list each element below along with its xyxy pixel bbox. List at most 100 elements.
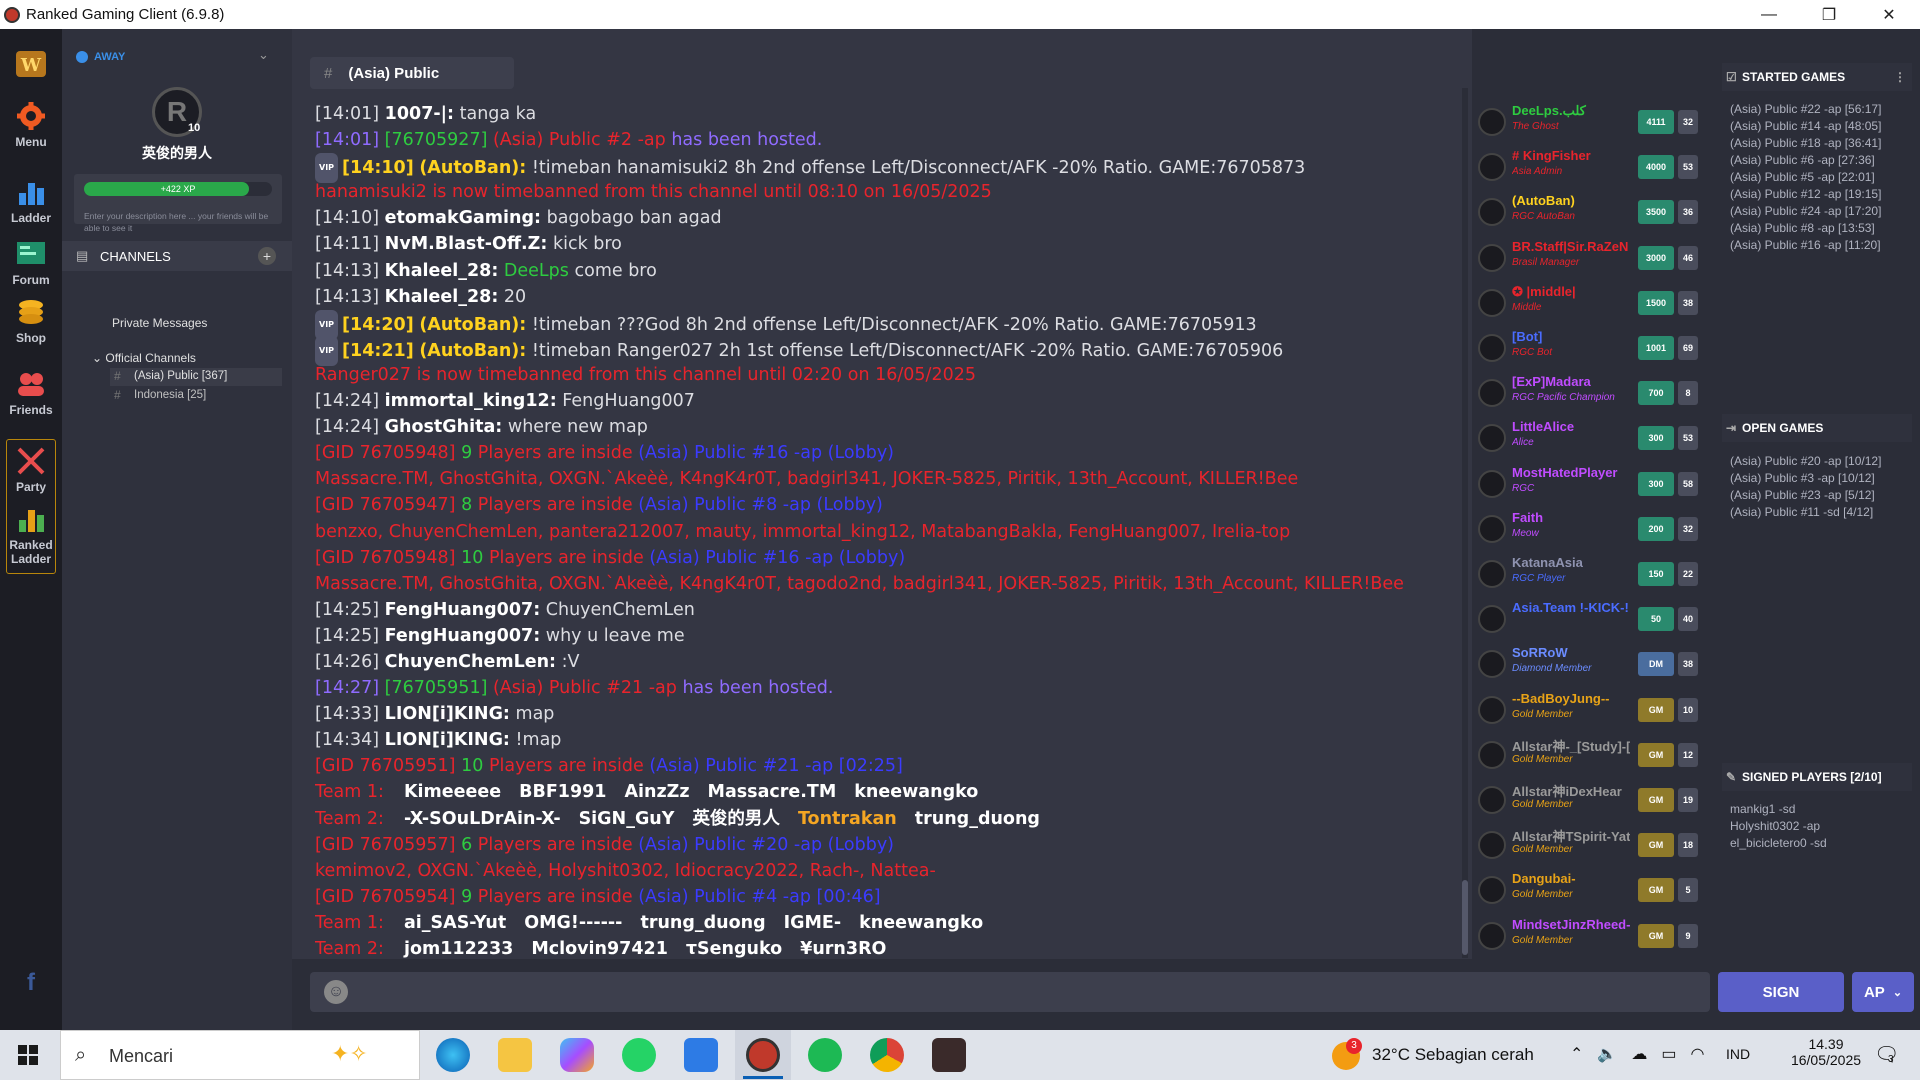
- nav-ladder[interactable]: Ladder: [0, 177, 62, 225]
- copilot-icon[interactable]: [560, 1038, 594, 1072]
- channels-header: ▤ CHANNELS +: [62, 241, 292, 271]
- player-row[interactable]: MindsetJinzRheed- Gold Member GM 9: [1472, 914, 1702, 959]
- chat-scrollbar-thumb[interactable]: [1462, 880, 1468, 955]
- system-tray-icons[interactable]: ⌃🔈☁▭◠: [1570, 1044, 1718, 1064]
- nav-shop[interactable]: Shop: [0, 297, 62, 345]
- language-indicator[interactable]: IND: [1726, 1046, 1750, 1062]
- chat-area: # (Asia) Public [14:01] 1007-|: tanga ka…: [292, 29, 1472, 959]
- game-list-item[interactable]: (Asia) Public #16 -ap [11:20]: [1730, 237, 1881, 254]
- file-explorer-icon[interactable]: [498, 1038, 532, 1072]
- taskbar-search[interactable]: ⌕ Mencari ✦✧: [60, 1030, 420, 1080]
- channel-asia-public[interactable]: # (Asia) Public [367]: [110, 368, 282, 386]
- player-row[interactable]: # KingFisher Asia Admin 4000 53: [1472, 145, 1702, 190]
- game-list-item[interactable]: el_bicicletero0 -sd: [1730, 835, 1827, 852]
- chat-message: VIP [14:20] (AutoBan): !timeban ???God 8h…: [315, 309, 1465, 340]
- player-rating-badge: 700: [1638, 381, 1674, 406]
- player-list: DeeLps.كلب The Ghost 4111 32 # KingFisher Asi…: [1472, 100, 1702, 960]
- player-row[interactable]: ✪ |middle| Middle 1500 38: [1472, 281, 1702, 326]
- game-list-item[interactable]: mankig1 -sd: [1730, 801, 1827, 818]
- player-row[interactable]: DeeLps.كلب The Ghost 4111 32: [1472, 100, 1702, 145]
- chrome-icon[interactable]: [870, 1038, 904, 1072]
- add-channel-button[interactable]: +: [258, 247, 276, 265]
- game-list-item[interactable]: (Asia) Public #11 -sd [4/12]: [1730, 504, 1881, 521]
- mode-select[interactable]: AP ⌄: [1852, 972, 1914, 1012]
- player-rating-badge: GM: [1638, 833, 1674, 858]
- player-row[interactable]: [ExP]Madara RGC Pacific Champion 700 8: [1472, 371, 1702, 416]
- nav-label: Shop: [16, 331, 46, 345]
- player-row[interactable]: [Bot] RGC Bot 1001 69: [1472, 326, 1702, 371]
- weather-icon[interactable]: 3: [1332, 1038, 1362, 1070]
- player-row[interactable]: --BadBoyJung-- Gold Member GM 10: [1472, 688, 1702, 733]
- description-input[interactable]: Enter your description here ... your fri…: [84, 210, 274, 234]
- taskbar-active-app[interactable]: [735, 1030, 791, 1080]
- nav-party[interactable]: Party: [7, 446, 55, 494]
- game-list-item[interactable]: (Asia) Public #20 -ap [10/12]: [1730, 453, 1881, 470]
- player-row[interactable]: Dangubai- Gold Member GM 5: [1472, 868, 1702, 913]
- chevron-down-icon[interactable]: ⌄: [258, 47, 269, 63]
- game-list-item[interactable]: (Asia) Public #6 -ap [27:36]: [1730, 152, 1881, 169]
- game-list-item[interactable]: (Asia) Public #23 -ap [5/12]: [1730, 487, 1881, 504]
- nav-friends[interactable]: Friends: [0, 369, 62, 417]
- whatsapp-icon[interactable]: [622, 1038, 656, 1072]
- nav-label: Ladder: [10, 211, 51, 225]
- chat-message: [14:01] [76705927] (Asia) Public #2 -ap …: [315, 130, 823, 151]
- chat-message: [14:27] [76705951] (Asia) Public #21 -ap…: [315, 678, 834, 699]
- game-list-item[interactable]: (Asia) Public #8 -ap [13:53]: [1730, 220, 1881, 237]
- game-list-item[interactable]: (Asia) Public #5 -ap [22:01]: [1730, 169, 1881, 186]
- minimize-button[interactable]: —: [1740, 0, 1798, 29]
- game-list-item[interactable]: (Asia) Public #24 -ap [17:20]: [1730, 203, 1881, 220]
- ranked-gaming-client-icon: [746, 1038, 780, 1072]
- nav-forum[interactable]: Forum: [0, 239, 62, 287]
- nav-menu[interactable]: Menu: [0, 101, 62, 149]
- game-list-item[interactable]: (Asia) Public #12 -ap [19:15]: [1730, 186, 1881, 203]
- restore-button[interactable]: ❐: [1800, 0, 1858, 29]
- player-avatar: [1478, 650, 1506, 679]
- emoji-icon[interactable]: ☺: [324, 980, 348, 1004]
- nav-ranked-ladder[interactable]: Ranked Ladder: [7, 504, 55, 566]
- spotify-icon[interactable]: [808, 1038, 842, 1072]
- game-list-item[interactable]: (Asia) Public #14 -ap [48:05]: [1730, 118, 1881, 135]
- sign-button[interactable]: SIGN: [1718, 972, 1844, 1012]
- chat-scrollbar[interactable]: [1462, 88, 1468, 958]
- official-channels-toggle[interactable]: ⌄ Official Channels: [92, 351, 196, 365]
- player-rating-badge: 1001: [1638, 336, 1674, 360]
- player-row[interactable]: Allstar神TSpirit-Yat Gold Member GM 18: [1472, 823, 1702, 868]
- private-messages[interactable]: Private Messages: [112, 316, 207, 330]
- status-text[interactable]: AWAY: [94, 51, 125, 63]
- player-row[interactable]: MostHatedPlayer RGC 300 58: [1472, 462, 1702, 507]
- edge-icon[interactable]: [436, 1038, 470, 1072]
- taskbar: ⌕ Mencari ✦✧ 3 32°C Sebagian cerah ⌃🔈☁▭◠…: [0, 1030, 1920, 1080]
- player-row[interactable]: SoRRoW Diamond Member DM 38: [1472, 642, 1702, 687]
- game-list-item[interactable]: (Asia) Public #18 -ap [36:41]: [1730, 135, 1881, 152]
- store-icon[interactable]: [684, 1038, 718, 1072]
- player-row[interactable]: Asia.Team !-KICK-! 50 40: [1472, 597, 1702, 642]
- notification-icon[interactable]: 🗨 3: [1874, 1042, 1899, 1067]
- player-row[interactable]: (AutoBan) RGC AutoBan 3500 36: [1472, 190, 1702, 235]
- weather-text[interactable]: 32°C Sebagian cerah: [1372, 1045, 1534, 1065]
- player-row[interactable]: LittleAlice Alice 300 53: [1472, 416, 1702, 461]
- player-row[interactable]: Faith Meow 200 32: [1472, 507, 1702, 552]
- game-list-item[interactable]: Holyshit0302 -ap: [1730, 818, 1827, 835]
- close-button[interactable]: ✕: [1860, 0, 1918, 29]
- player-avatar: [1478, 876, 1506, 905]
- player-row[interactable]: KatanaAsia RGC Player 150 22: [1472, 552, 1702, 597]
- player-row[interactable]: Allstar神iDexHear Gold Member GM 19: [1472, 778, 1702, 823]
- player-row[interactable]: BR.Staff|Sir.RaZeN Brasil Manager 3000 46: [1472, 236, 1702, 281]
- expand-icon[interactable]: ⋮: [1894, 70, 1906, 84]
- game-list-item[interactable]: (Asia) Public #3 -ap [10/12]: [1730, 470, 1881, 487]
- game-icon[interactable]: [932, 1038, 966, 1072]
- channel-indonesia[interactable]: # Indonesia [25]: [110, 387, 282, 405]
- clock[interactable]: 14.39 16/05/2025: [1786, 1036, 1866, 1068]
- game-logo-icon[interactable]: W: [0, 49, 62, 82]
- hash-icon: #: [114, 369, 121, 383]
- game-list-item[interactable]: (Asia) Public #22 -ap [56:17]: [1730, 101, 1881, 118]
- player-name: Dangubai-: [1512, 871, 1576, 887]
- facebook-icon[interactable]: f: [0, 969, 62, 997]
- chat-input[interactable]: ☺: [310, 972, 1710, 1012]
- player-row[interactable]: Allstar神-_[Study]-[Gold Member GM 12: [1472, 733, 1702, 778]
- chat-message: VIP [14:21] (AutoBan): !timeban Ranger027…: [315, 335, 1465, 366]
- windows-start-icon[interactable]: [18, 1045, 38, 1065]
- username: 英俊的男人: [142, 145, 212, 161]
- signed-players-header: ✎ SIGNED PLAYERS [2/10]: [1722, 763, 1912, 791]
- started-games-header: ☑ STARTED GAMES ⋮: [1722, 63, 1912, 91]
